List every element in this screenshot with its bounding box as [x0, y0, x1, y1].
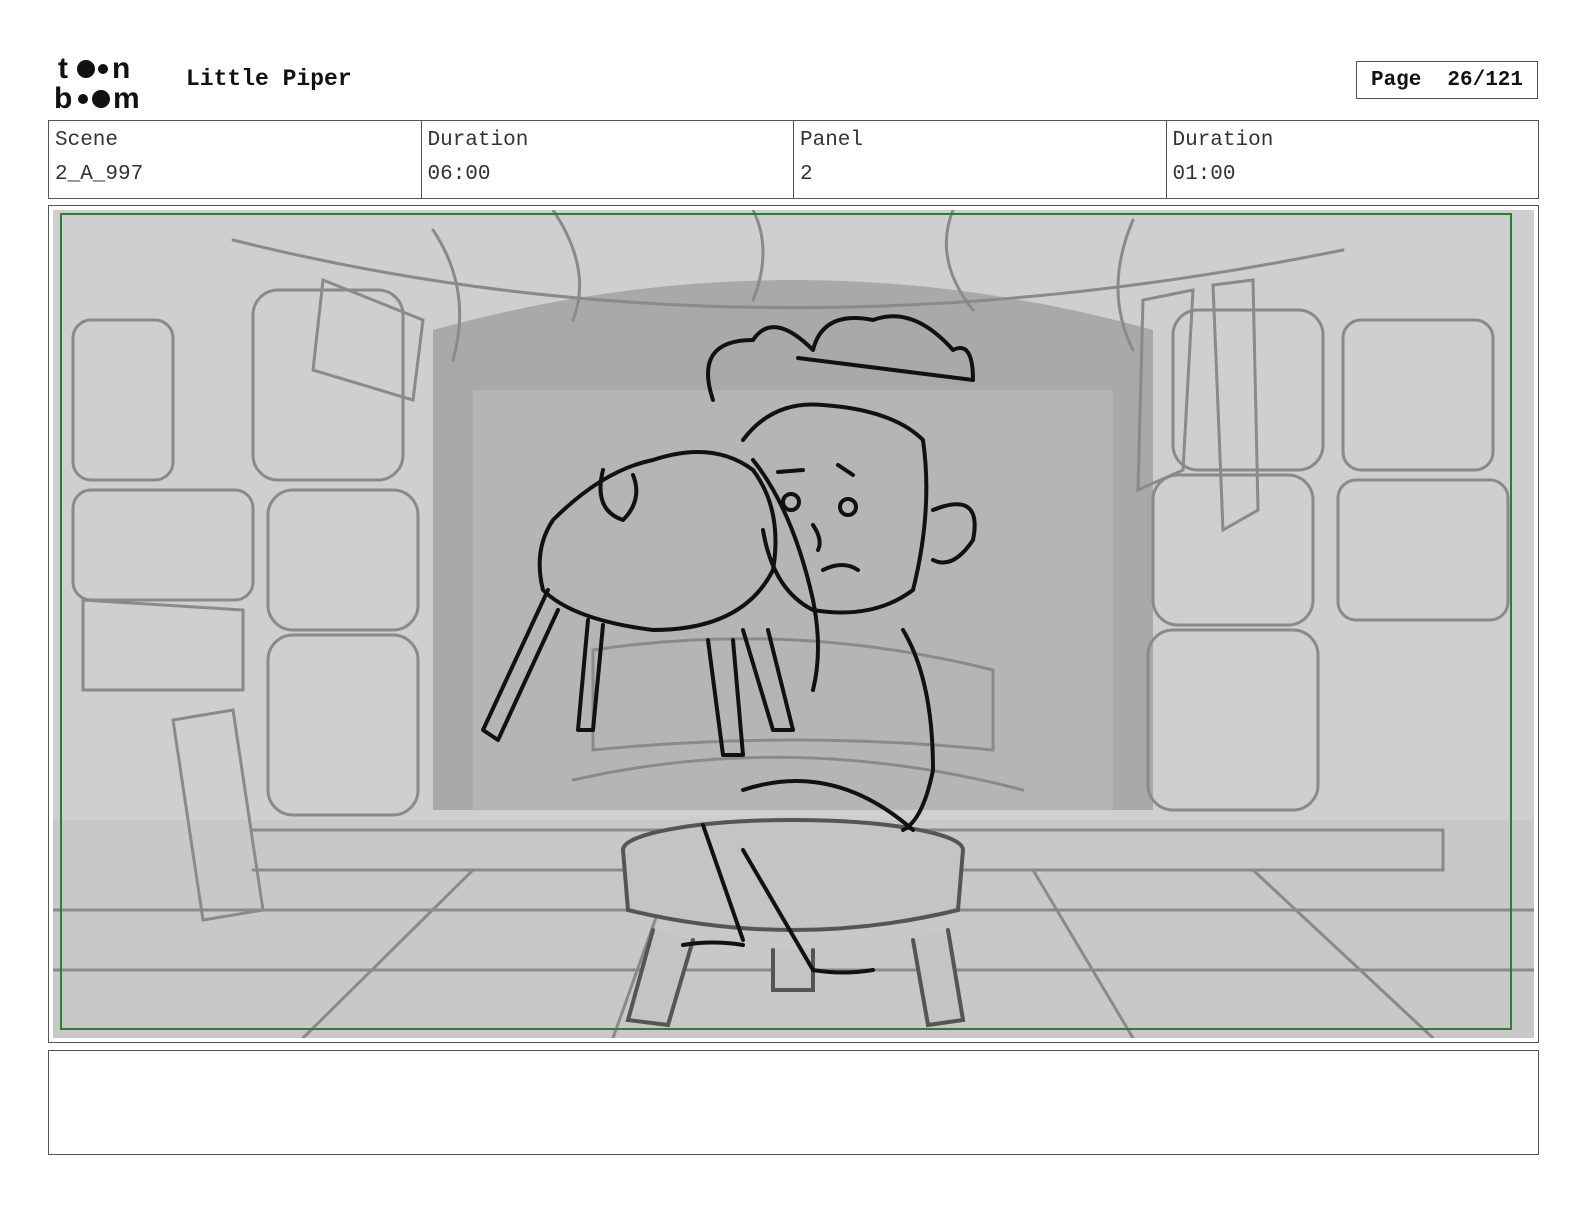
panel-duration-cell: Duration 01:00	[1167, 121, 1539, 198]
panel-duration-label: Duration	[1172, 129, 1274, 152]
panel-cell: Panel 2	[794, 121, 1167, 198]
page-number: 26/121	[1447, 68, 1524, 92]
panel-value: 2	[800, 163, 813, 186]
svg-text:t: t	[58, 52, 68, 85]
svg-text:n: n	[112, 52, 130, 85]
panel-sketch	[53, 210, 1534, 1038]
storyboard-panel	[48, 205, 1539, 1043]
scene-value: 2_A_997	[55, 163, 144, 186]
svg-text:m: m	[113, 82, 140, 112]
project-title: Little Piper	[186, 66, 352, 92]
page-label: Page	[1370, 68, 1422, 92]
panel-duration-value: 01:00	[1172, 163, 1236, 186]
scene-duration-label: Duration	[427, 129, 529, 152]
scene-cell: Scene 2_A_997	[49, 121, 422, 198]
scene-label: Scene	[55, 129, 119, 152]
panel-notes	[48, 1050, 1539, 1155]
scene-duration-cell: Duration 06:00	[422, 121, 794, 198]
panel-label: Panel	[800, 129, 864, 152]
scene-info-table: Scene 2_A_997 Duration 06:00 Panel 2 Dur…	[48, 120, 1539, 199]
scene-duration-value: 06:00	[427, 163, 491, 186]
toon-boom-logo: t n b m	[54, 52, 140, 112]
page-indicator: Page 26/121	[1356, 61, 1538, 99]
svg-text:b: b	[54, 82, 72, 112]
